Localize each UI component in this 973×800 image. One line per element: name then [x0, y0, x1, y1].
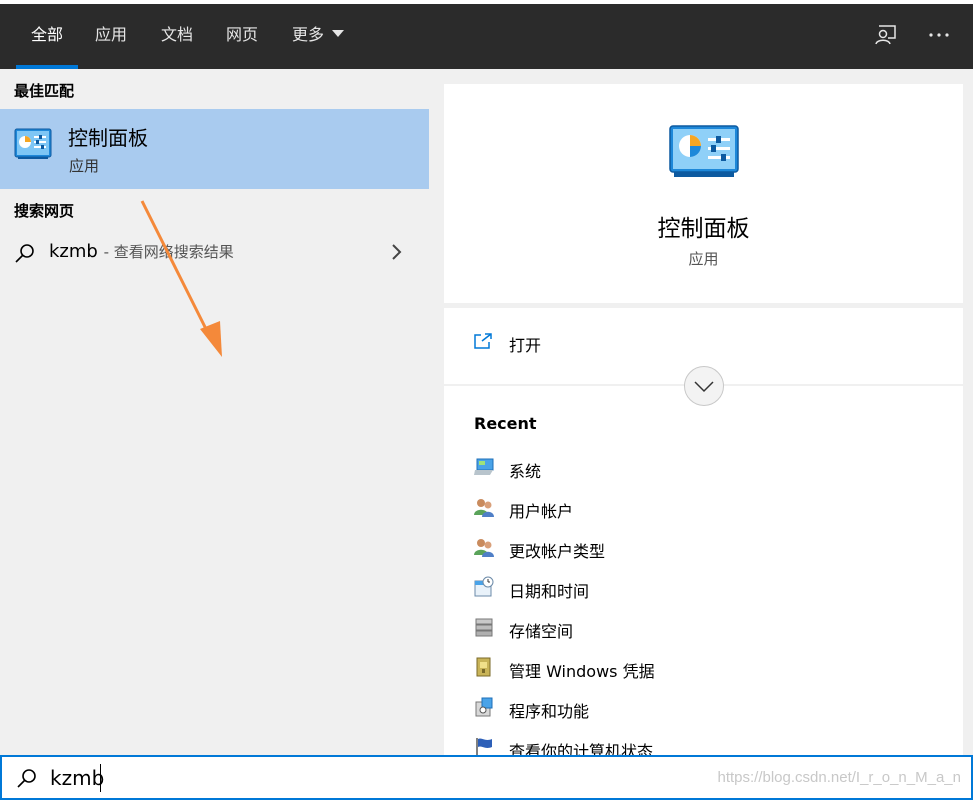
tab-all[interactable]: 全部 — [16, 4, 78, 69]
web-search-query: kzmb — [49, 241, 98, 262]
recent-item-date-time[interactable]: 日期和时间 — [444, 573, 963, 613]
results-pane: 最佳匹配 控制面板 应用 搜索网页 kzmb - 查看网络搜索结果 — [0, 69, 429, 755]
open-icon — [474, 333, 492, 349]
recent-item-programs[interactable]: 程序和功能 — [444, 693, 963, 733]
chevron-right-icon[interactable] — [390, 242, 404, 262]
tab-web-label: 网页 — [225, 25, 258, 44]
tab-documents[interactable]: 文档 — [152, 4, 202, 69]
tab-all-label: 全部 — [30, 25, 63, 44]
open-label: 打开 — [509, 336, 542, 355]
user-accounts-icon — [474, 539, 494, 557]
recent-label: 存储空间 — [509, 622, 574, 641]
system-icon — [474, 458, 494, 475]
chevron-down-icon — [332, 30, 344, 37]
programs-icon — [475, 697, 493, 717]
open-action[interactable]: 打开 — [444, 326, 963, 362]
recent-item-storage[interactable]: 存储空间 — [444, 613, 963, 653]
recent-label: 程序和功能 — [509, 702, 590, 721]
app-preview-card: 控制面板 应用 — [444, 84, 963, 303]
recent-label: 管理 Windows 凭据 — [509, 662, 655, 681]
best-match-name: 控制面板 — [68, 126, 148, 150]
recent-label: 更改帐户类型 — [509, 542, 606, 561]
app-preview-name: 控制面板 — [657, 216, 750, 242]
recent-label: 系统 — [509, 462, 542, 481]
search-icon — [15, 244, 34, 263]
tab-web[interactable]: 网页 — [217, 4, 267, 69]
text-caret — [100, 764, 101, 792]
recent-item-system[interactable]: 系统 — [444, 453, 963, 493]
control-panel-icon — [14, 128, 52, 159]
best-match-type: 应用 — [69, 157, 100, 175]
tab-more-label: 更多 — [291, 25, 324, 44]
more-options-icon[interactable] — [926, 22, 956, 52]
recent-item-credentials[interactable]: 管理 Windows 凭据 — [444, 653, 963, 693]
feedback-icon[interactable] — [873, 22, 903, 52]
search-input[interactable] — [50, 761, 650, 795]
recent-heading: Recent — [474, 414, 537, 433]
best-match-item[interactable]: 控制面板 应用 — [0, 109, 429, 189]
tab-more[interactable]: 更多 — [283, 4, 353, 69]
credentials-icon — [476, 657, 491, 677]
watermark: https://blog.csdn.net/I_r_o_n_M_a_n — [717, 769, 961, 786]
control-panel-icon — [669, 125, 739, 177]
search-box: https://blog.csdn.net/I_r_o_n_M_a_n — [0, 755, 973, 800]
date-time-icon — [474, 576, 494, 597]
tab-apps[interactable]: 应用 — [86, 4, 136, 69]
best-match-heading: 最佳匹配 — [14, 82, 75, 100]
storage-icon — [475, 618, 493, 637]
web-search-heading: 搜索网页 — [14, 202, 75, 220]
annotation-arrow-icon — [140, 200, 222, 357]
recent-label: 日期和时间 — [509, 582, 590, 601]
top-bar: 全部 应用 文档 网页 更多 — [0, 0, 973, 69]
tab-documents-label: 文档 — [160, 25, 193, 44]
expand-button[interactable] — [684, 366, 724, 406]
recent-item-user-accounts[interactable]: 用户帐户 — [444, 493, 963, 533]
user-accounts-icon — [474, 499, 494, 517]
actions-card: 打开 Recent 系统 用户帐户 更改帐户类型 日期和时间 存储空间 管理 W… — [444, 308, 963, 761]
search-icon — [17, 769, 36, 788]
chevron-down-icon — [694, 381, 714, 393]
app-preview-type: 应用 — [688, 250, 719, 268]
preview-pane: 控制面板 应用 打开 Recent 系统 用户帐户 更改帐户类型 日期和时间 存… — [429, 69, 973, 761]
recent-label: 用户帐户 — [509, 502, 574, 521]
recent-item-change-account-type[interactable]: 更改帐户类型 — [444, 533, 963, 573]
tab-apps-label: 应用 — [94, 25, 127, 44]
